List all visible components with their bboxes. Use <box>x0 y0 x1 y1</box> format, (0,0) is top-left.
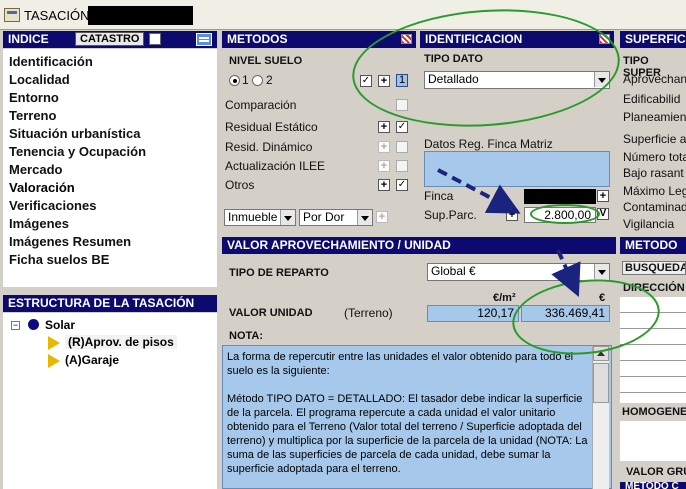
sup-label-aprovechamiento: Aprovechan <box>623 72 686 86</box>
nivel-radio-2-label: 2 <box>266 73 273 87</box>
indice-item-verificaciones[interactable]: Verificaciones <box>3 197 217 215</box>
indice-item-situacion-urbanistica[interactable]: Situación urbanística <box>3 125 217 143</box>
inmueble-select[interactable]: Inmueble <box>224 209 296 226</box>
tipo-reparto-value: Global € <box>431 264 476 278</box>
indice-item-imagenes-resumen[interactable]: Imágenes Resumen <box>3 233 217 251</box>
datos-reg-label: Datos Reg. Finca Matriz <box>424 137 553 151</box>
tree-collapse-icon[interactable]: − <box>11 321 20 330</box>
tree-node-solar[interactable]: Solar <box>45 318 75 332</box>
combo-add-button[interactable]: + <box>376 211 388 223</box>
indice-item-mercado[interactable]: Mercado <box>3 161 217 179</box>
busqueda-button[interactable]: BUSQUEDA I <box>622 261 686 275</box>
metodo-actualizacion-label: Actualización ILEE <box>225 159 326 173</box>
metodo-otros-checkbox[interactable]: ✓ <box>396 179 408 191</box>
sup-label-planeamiento: Planeamien <box>623 110 686 124</box>
nivel-radio-2[interactable] <box>252 75 263 86</box>
chevron-down-icon[interactable] <box>594 264 609 279</box>
valor-grupo-label: VALOR GRU <box>626 466 686 478</box>
tree-node-aprov-pisos[interactable]: (R)Aprov. de pisos <box>65 335 177 349</box>
chevron-down-icon[interactable] <box>280 210 295 225</box>
tree-node-garaje[interactable]: (A)Garaje <box>65 353 119 367</box>
catastro-button[interactable]: CATASTRO <box>75 32 145 46</box>
garaje-node-icon <box>48 354 60 368</box>
metodo-otros-add[interactable]: + <box>378 179 390 191</box>
metodo-residual-estatico-checkbox[interactable]: ✓ <box>396 121 408 133</box>
metodo-resid-dinamico-checkbox[interactable] <box>396 141 408 153</box>
nivel-suelo-label: NIVEL SUELO <box>229 55 303 67</box>
valor-m2-field[interactable]: 120,17 <box>427 305 519 322</box>
metodo-otros-label: Otros <box>225 178 255 192</box>
indice-title: INDICE <box>8 32 49 46</box>
sup-label-numero: Número tota <box>623 150 686 164</box>
indice-item-valoracion[interactable]: Valoración <box>3 179 217 197</box>
tipo-reparto-label: TIPO DE REPARTO <box>229 267 329 279</box>
scroll-thumb[interactable] <box>593 363 609 403</box>
metodo-residual-estatico-label: Residual Estático <box>225 120 318 134</box>
sup-label-bajo-rasante: Bajo rasant <box>623 166 684 180</box>
window-title: TASACIÓN_ <box>24 8 97 23</box>
sup-label-maximo: Máximo Leg <box>623 184 686 198</box>
sup-label-edificabilidad: Edificabilid <box>623 92 681 106</box>
finca-redacted-field[interactable] <box>524 189 596 204</box>
nivel-radio-1-label: 1 <box>242 73 249 87</box>
indice-item-imagenes[interactable]: Imágenes <box>3 215 217 233</box>
estructura-tree: − Solar (R)Aprov. de pisos (A)Garaje <box>3 313 217 489</box>
finca-add-button[interactable]: + <box>597 190 609 202</box>
nota-scrollbar[interactable] <box>592 346 609 489</box>
datos-reg-field[interactable] <box>424 151 610 187</box>
valor-header: VALOR APROVECHAMIENTO / UNIDAD <box>222 237 616 254</box>
indice-item-ficha-suelos[interactable]: Ficha suelos BE <box>3 251 217 269</box>
unit-m2-header: €/m² <box>493 292 516 304</box>
annotation-ellipse-sup-parc <box>530 204 600 224</box>
por-dor-select-value: Por Dor <box>303 210 345 224</box>
metodo-resid-dinamico-add[interactable]: + <box>378 141 390 153</box>
indice-item-tenencia-ocupacion[interactable]: Tenencia y Ocupación <box>3 143 217 161</box>
indice-item-entorno[interactable]: Entorno <box>3 89 217 107</box>
redacted-title-part <box>88 6 193 25</box>
superficie-body: TIPO SUPER Aprovechan Edificabilid Plane… <box>620 49 686 235</box>
indice-item-identificacion[interactable]: Identificación <box>3 53 217 71</box>
aprov-node-icon <box>48 336 60 350</box>
indice-header: INDICE CATASTRO <box>3 31 217 48</box>
valor-unidad-label: VALOR UNIDAD <box>229 307 313 319</box>
sup-label-contaminado: Contaminad <box>623 200 686 214</box>
estructura-header: ESTRUCTURA DE LA TASACIÓN <box>3 295 217 312</box>
app-icon <box>4 8 20 22</box>
homogeneizacion-label: HOMOGENEI <box>622 406 686 418</box>
finca-label: Finca <box>424 189 454 203</box>
sup-parc-label: Sup.Parc. <box>424 208 477 222</box>
por-dor-select[interactable]: Por Dor <box>299 209 373 226</box>
metodo-comparacion-label: Comparación <box>225 98 297 112</box>
homogeneizacion-area <box>620 421 686 461</box>
terreno-label: (Terreno) <box>344 306 393 320</box>
metodo-actualizacion-checkbox[interactable] <box>396 160 408 172</box>
catastro-checkbox[interactable] <box>149 33 161 45</box>
superficie-header: SUPERFIC <box>620 31 686 48</box>
solar-node-icon <box>28 319 39 330</box>
nota-label: NOTA: <box>229 330 264 342</box>
metodo-residual-estatico-add[interactable]: + <box>378 121 390 133</box>
inmueble-select-value: Inmueble <box>228 210 278 224</box>
metodo-c-header: MÉTODO C <box>620 482 686 489</box>
list-view-icon[interactable] <box>196 33 212 46</box>
indice-item-terreno[interactable]: Terreno <box>3 107 217 125</box>
metodos-title: METODOS <box>227 32 288 46</box>
metodo-right-header: METODO <box>620 237 686 254</box>
sup-label-superficie: Superficie a <box>623 132 686 146</box>
sup-parc-add-button[interactable]: + <box>506 209 518 221</box>
indice-list: Identificación Localidad Entorno Terreno… <box>3 49 217 287</box>
indice-item-localidad[interactable]: Localidad <box>3 71 217 89</box>
metodo-resid-dinamico-label: Resid. Dinámico <box>225 140 313 154</box>
nota-textarea[interactable]: La forma de repercutir entre las unidade… <box>222 345 612 489</box>
chevron-down-icon[interactable] <box>357 210 372 225</box>
nivel-radio-1[interactable] <box>229 75 240 86</box>
metodo-actualizacion-add[interactable]: + <box>378 160 390 172</box>
sup-label-vigilancia: Vigilancia <box>623 217 675 231</box>
tipo-reparto-select[interactable]: Global € <box>427 263 610 281</box>
